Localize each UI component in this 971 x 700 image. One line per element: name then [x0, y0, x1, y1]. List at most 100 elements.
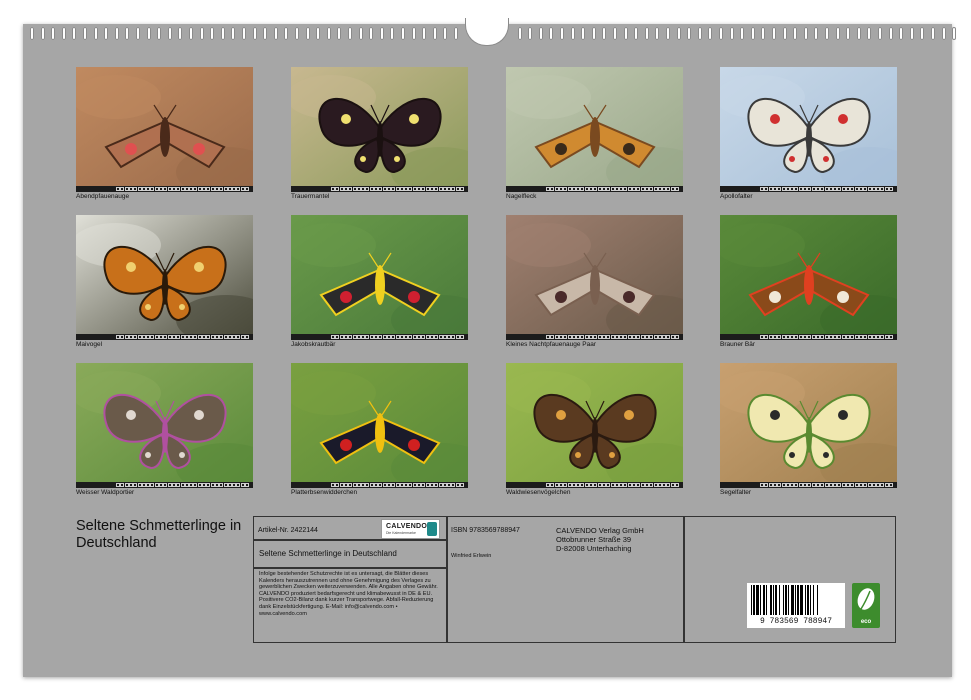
binding-ring — [189, 27, 193, 40]
binding-ring — [952, 27, 957, 40]
moth-cinnabar-icon — [291, 215, 468, 340]
photo-3 — [506, 67, 683, 192]
binding-ring — [931, 27, 935, 40]
hawkmoth-eyed-icon — [76, 67, 253, 192]
date-strip — [76, 482, 253, 488]
binding-ring — [581, 27, 586, 40]
binding-ring — [316, 27, 321, 40]
binding-ring — [941, 27, 946, 40]
binding-ring — [655, 27, 660, 40]
article-number: Artikel-Nr. 2422144 — [258, 527, 318, 534]
butterfly-heath-icon — [506, 363, 683, 488]
photo-caption: Weisser Waldportier — [76, 489, 135, 496]
binding-ring — [411, 27, 416, 40]
binding-ring — [348, 27, 352, 40]
binding-ring — [687, 27, 692, 40]
binding-ring — [390, 27, 395, 40]
binding-ring — [114, 27, 119, 40]
binding-ring — [231, 27, 236, 40]
binding-ring — [337, 27, 342, 40]
calvendo-logo-icon — [427, 522, 437, 536]
binding-ring — [93, 27, 98, 40]
binding-ring — [560, 27, 564, 40]
binding-ring — [252, 27, 257, 40]
binding-ring — [401, 27, 405, 40]
binding-ring — [867, 27, 872, 40]
date-strip — [506, 186, 683, 192]
binding-ring — [167, 27, 172, 40]
photo-9 — [76, 363, 253, 488]
author-name: Winfried Erlwein — [451, 553, 492, 559]
binding-ring — [549, 27, 554, 40]
publisher-city: D-82008 Unterhaching — [556, 544, 632, 553]
photo-8 — [720, 215, 897, 340]
binding-ring — [613, 27, 617, 40]
binding-ring — [856, 27, 861, 40]
date-strip — [506, 334, 683, 340]
binding-ring — [273, 27, 278, 40]
moth-garden-tiger-icon — [720, 215, 897, 340]
binding-ring — [157, 27, 162, 40]
binding-ring — [40, 27, 45, 40]
binding-ring — [803, 27, 808, 40]
binding-ring — [719, 27, 723, 40]
binding-ring — [379, 27, 384, 40]
calvendo-logo: CALVENDO Die Kalendermarke — [381, 519, 440, 539]
binding-ring — [761, 27, 766, 40]
binding-ring — [909, 27, 914, 40]
binding-ring — [666, 27, 670, 40]
barcode-number: 9 783569 788947 — [748, 617, 844, 626]
isbn: ISBN 9783569788947 — [451, 527, 520, 534]
photo-caption: Trauermantel — [291, 193, 330, 200]
date-strip — [291, 482, 468, 488]
photo-caption: Jakobskrautbär — [291, 341, 336, 348]
photo-caption: Brauner Bär — [720, 341, 756, 348]
binding-ring — [61, 27, 66, 40]
photo-6 — [291, 215, 468, 340]
binding-ring — [708, 27, 713, 40]
binding-ring — [199, 27, 204, 40]
photo-caption: Segelfalter — [720, 489, 752, 496]
product-title: Seltene Schmetterlinge in Deutschland — [259, 549, 397, 558]
binding-ring — [602, 27, 607, 40]
binding-ring — [899, 27, 904, 40]
binding-ring — [422, 27, 427, 40]
photo-caption: Nagelfleck — [506, 193, 537, 200]
eco-leaf-icon: eco — [852, 583, 880, 628]
binding-ring — [920, 27, 925, 40]
binding-ring — [369, 27, 374, 40]
date-strip — [506, 482, 683, 488]
binding-ring — [30, 27, 34, 40]
binding-ring — [591, 27, 596, 40]
butterfly-apollo-icon — [720, 67, 897, 192]
photo-7 — [506, 215, 683, 340]
photo-caption: Apollofalter — [720, 193, 753, 200]
binding-ring — [443, 27, 448, 40]
publisher-street: Ottobrunner Straße 39 — [556, 535, 632, 544]
binding-ring — [570, 27, 575, 40]
photo-caption: Waldwiesenvögelchen — [506, 489, 571, 496]
binding-ring — [104, 27, 109, 40]
binding-ring — [146, 27, 151, 40]
photo-caption: Maivogel — [76, 341, 103, 348]
binding-ring — [644, 27, 649, 40]
date-strip — [76, 186, 253, 192]
photo-11 — [506, 363, 683, 488]
photo-1 — [76, 67, 253, 192]
butterfly-mourning-cloak-icon — [291, 67, 468, 192]
binding-ring — [136, 27, 140, 40]
photo-caption: Kleines Nachtpfauenauge Paar — [506, 341, 596, 348]
binding-ring — [358, 27, 363, 40]
moth-emperor-pair-icon — [506, 215, 683, 340]
photo-2 — [291, 67, 468, 192]
binding-ring — [125, 27, 130, 40]
binding-ring — [517, 27, 522, 40]
binding-ring — [888, 27, 893, 40]
photo-caption: Platterbsenwidderchen — [291, 489, 358, 496]
date-strip — [720, 482, 897, 488]
binding-ring — [772, 27, 776, 40]
binding-ring — [634, 27, 639, 40]
binding-ring — [432, 27, 437, 40]
binding-ring — [178, 27, 183, 40]
date-strip — [76, 334, 253, 340]
